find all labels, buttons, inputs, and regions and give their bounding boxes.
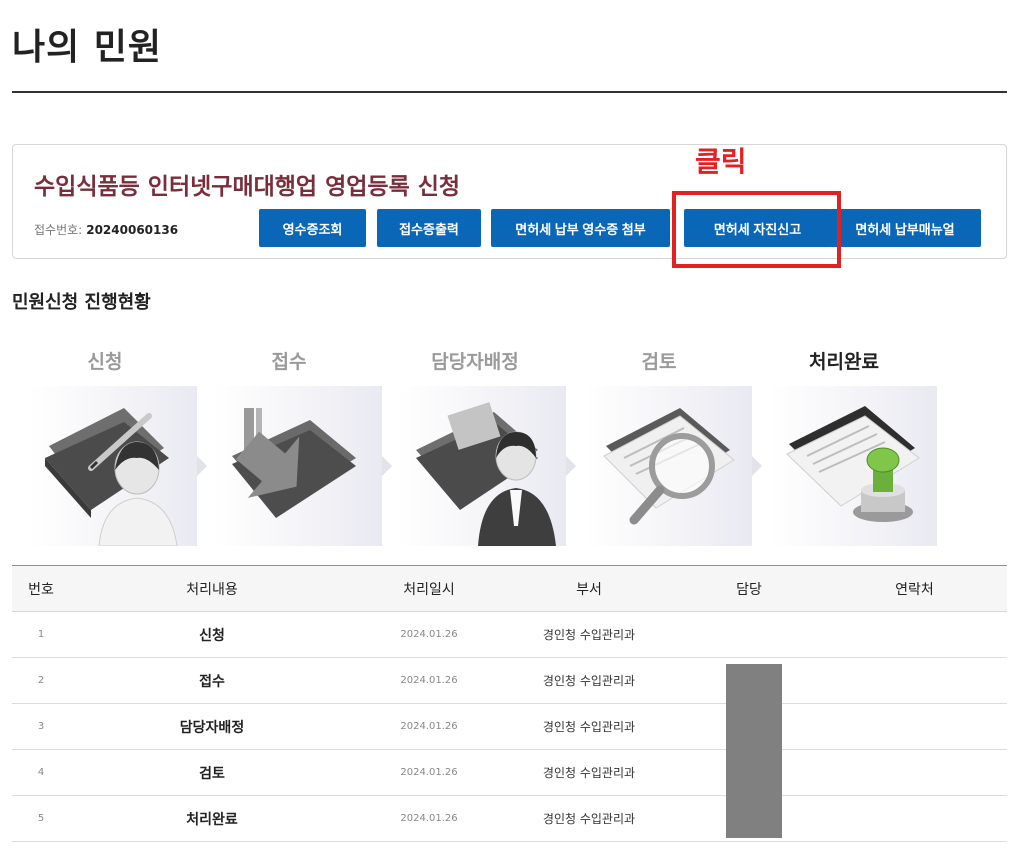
folder-pen-person-icon xyxy=(45,408,178,546)
step-label-assign: 담당자배정 xyxy=(431,351,519,373)
step-arrow-4 xyxy=(752,456,762,476)
documents-magnifier-icon xyxy=(603,408,735,525)
header-manager: 담당 xyxy=(736,581,762,598)
table-row: 1 신청 2024.01.26 경인청 수입관리과 xyxy=(12,612,1007,658)
documents-stamp-icon xyxy=(786,406,920,522)
print-acceptance-button[interactable]: 접수증출력 xyxy=(377,209,481,247)
step-arrow-1 xyxy=(197,456,207,476)
row-no: 5 xyxy=(37,813,45,824)
step-arrow-3 xyxy=(566,456,576,476)
title-divider xyxy=(12,91,1007,93)
row-no: 3 xyxy=(37,721,45,732)
row-content: 담당자배정 xyxy=(179,719,245,736)
receipt-value: 20240060136 xyxy=(86,223,179,237)
folder-person-icon xyxy=(416,402,556,546)
row-no: 2 xyxy=(37,675,45,686)
header-no: 번호 xyxy=(28,581,54,598)
header-dept: 부서 xyxy=(576,581,602,598)
row-dept: 경인청 수입관리과 xyxy=(542,674,636,688)
row-date: 2024.01.26 xyxy=(400,813,458,824)
attach-license-tax-receipt-button[interactable]: 면허세 납부 영수증 첨부 xyxy=(491,209,670,247)
step-label-apply: 신청 xyxy=(87,351,123,373)
row-date: 2024.01.26 xyxy=(400,721,458,732)
step-image-receive xyxy=(214,386,382,546)
page-title: 나의 민원 xyxy=(12,27,163,68)
table-row: 4 검토 2024.01.26 경인청 수입관리과 xyxy=(12,750,1007,796)
step-arrow-2 xyxy=(382,456,392,476)
folder-arrow-icon xyxy=(232,408,356,518)
license-tax-manual-button[interactable]: 면허세 납부매뉴얼 xyxy=(829,209,981,247)
receipt-label: 접수번호: xyxy=(34,223,83,237)
redacted-manager-block xyxy=(726,664,782,838)
step-image-apply xyxy=(29,386,197,546)
table-row: 3 담당자배정 2024.01.26 경인청 수입관리과 xyxy=(12,704,1007,750)
header-date: 처리일시 xyxy=(403,581,455,598)
click-highlight-box xyxy=(672,191,841,268)
step-image-assign xyxy=(398,386,566,546)
row-date: 2024.01.26 xyxy=(400,629,458,640)
process-history-table: 번호 처리내용 처리일시 부서 담당 연락처 1 신청 2024.01.26 경… xyxy=(12,565,1007,842)
view-receipt-button[interactable]: 영수증조회 xyxy=(259,209,366,247)
row-dept: 경인청 수입관리과 xyxy=(542,766,636,780)
row-dept: 경인청 수입관리과 xyxy=(542,812,636,826)
receipt-number: 접수번호: 20240060136 xyxy=(34,221,178,238)
row-dept: 경인청 수입관리과 xyxy=(542,628,636,642)
progress-section-title: 민원신청 진행현황 xyxy=(12,292,151,313)
application-title: 수입식품등 인터넷구매대행업 영업등록 신청 xyxy=(34,174,461,200)
step-label-complete: 처리완료 xyxy=(809,351,879,373)
step-image-review xyxy=(584,386,752,546)
row-date: 2024.01.26 xyxy=(400,767,458,778)
table-row: 2 접수 2024.01.26 경인청 수입관리과 xyxy=(12,658,1007,704)
table-header: 번호 처리내용 처리일시 부서 담당 연락처 xyxy=(12,565,1007,612)
header-content: 처리내용 xyxy=(186,581,238,598)
step-label-review: 검토 xyxy=(641,351,677,373)
row-content: 신청 xyxy=(199,627,225,644)
row-date: 2024.01.26 xyxy=(400,675,458,686)
row-content: 접수 xyxy=(199,673,225,690)
row-dept: 경인청 수입관리과 xyxy=(542,720,636,734)
step-label-receive: 접수 xyxy=(271,351,307,373)
table-row: 5 처리완료 2024.01.26 경인청 수입관리과 xyxy=(12,796,1007,842)
step-image-complete xyxy=(769,386,937,546)
row-no: 1 xyxy=(37,629,45,640)
click-annotation-label: 클릭 xyxy=(695,145,747,178)
row-content: 처리완료 xyxy=(186,811,238,828)
application-summary-box: 수입식품등 인터넷구매대행업 영업등록 신청 접수번호: 20240060136 … xyxy=(12,144,1007,259)
header-contact: 연락처 xyxy=(895,581,934,598)
row-content: 검토 xyxy=(199,765,225,782)
row-no: 4 xyxy=(37,767,45,778)
